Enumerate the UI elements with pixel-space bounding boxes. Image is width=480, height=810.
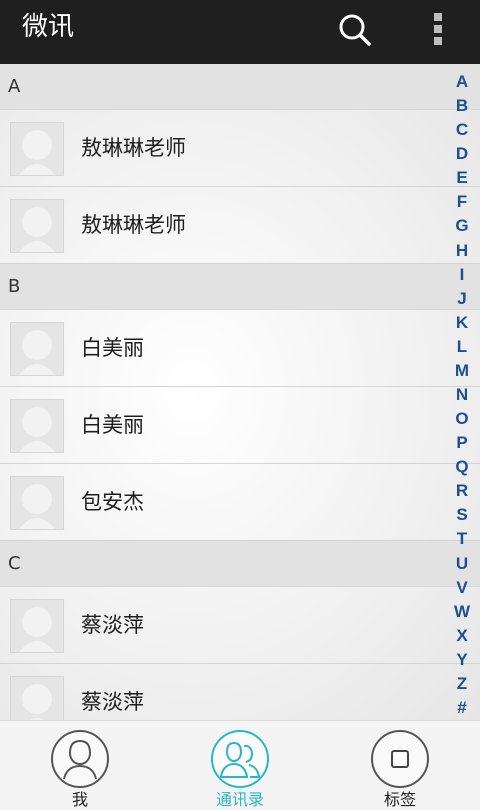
index-letter-t[interactable]: T <box>457 527 467 551</box>
index-letter-f[interactable]: F <box>457 190 467 214</box>
nav-contacts-circle <box>211 730 269 788</box>
default-avatar-icon <box>19 407 55 452</box>
contact-name: 包安杰 <box>81 490 144 514</box>
contact-row[interactable]: 包安杰 <box>0 464 480 541</box>
alphabet-index[interactable]: A B C D E F G H I J K L M N O P Q R S T … <box>448 70 476 720</box>
contact-name: 蔡淡萍 <box>81 613 144 637</box>
tag-square-icon <box>391 750 409 768</box>
nav-item-contacts[interactable]: 通讯录 <box>180 721 300 810</box>
contact-name: 白美丽 <box>81 413 144 437</box>
avatar <box>10 199 64 253</box>
contact-row[interactable]: 蔡淡萍 <box>0 664 480 720</box>
contact-row[interactable]: 白美丽 <box>0 310 480 387</box>
overflow-menu-button[interactable] <box>424 10 452 50</box>
avatar <box>10 599 64 653</box>
index-letter-s[interactable]: S <box>456 503 467 527</box>
contact-name: 敖琳琳老师 <box>81 213 186 237</box>
default-avatar-icon <box>19 607 55 652</box>
nav-tags-circle <box>371 730 429 788</box>
index-letter-n[interactable]: N <box>456 383 468 407</box>
index-letter-x[interactable]: X <box>456 624 467 648</box>
index-letter-i[interactable]: I <box>460 263 465 287</box>
contact-name: 敖琳琳老师 <box>81 136 186 160</box>
index-letter-y[interactable]: Y <box>456 648 467 672</box>
contact-row[interactable]: 白美丽 <box>0 387 480 464</box>
index-letter-o[interactable]: O <box>455 407 468 431</box>
section-header-a: A <box>0 64 480 110</box>
app-root: 微讯 A 敖琳琳老师 敖琳琳老师 B 白美丽 白美丽 包安杰 C 蔡淡萍 蔡淡萍… <box>0 0 480 810</box>
default-avatar-icon <box>19 330 55 375</box>
index-letter-h[interactable]: H <box>456 239 468 263</box>
default-avatar-icon <box>19 484 55 529</box>
index-letter-hash[interactable]: # <box>457 696 466 720</box>
index-letter-r[interactable]: R <box>456 479 468 503</box>
contact-row[interactable]: 敖琳琳老师 <box>0 110 480 187</box>
nav-me-label: 我 <box>71 790 88 809</box>
app-title: 微讯 <box>22 12 75 42</box>
search-icon <box>339 14 371 46</box>
bottom-navigation: 我 通讯录 标签 <box>0 720 480 810</box>
person-icon <box>63 739 97 780</box>
contacts-icon <box>219 741 261 778</box>
nav-item-tags[interactable]: 标签 <box>340 721 460 810</box>
section-header-c: C <box>0 541 480 587</box>
contact-name: 白美丽 <box>81 336 144 360</box>
index-letter-b[interactable]: B <box>456 94 468 118</box>
index-letter-a[interactable]: A <box>456 70 468 94</box>
avatar <box>10 122 64 176</box>
avatar <box>10 322 64 376</box>
contact-row[interactable]: 蔡淡萍 <box>0 587 480 664</box>
nav-contacts-label: 通讯录 <box>215 790 264 809</box>
section-header-b: B <box>0 264 480 310</box>
index-letter-u[interactable]: U <box>456 552 468 576</box>
nav-item-me[interactable]: 我 <box>20 721 140 810</box>
index-letter-w[interactable]: W <box>454 600 470 624</box>
contact-name: 蔡淡萍 <box>81 690 144 714</box>
default-avatar-icon <box>19 207 55 252</box>
index-letter-g[interactable]: G <box>455 214 468 238</box>
avatar <box>10 399 64 453</box>
index-letter-m[interactable]: M <box>455 359 469 383</box>
search-button[interactable] <box>335 10 375 50</box>
index-letter-z[interactable]: Z <box>457 672 467 696</box>
index-letter-q[interactable]: Q <box>455 455 468 479</box>
index-letter-e[interactable]: E <box>456 166 467 190</box>
index-letter-p[interactable]: P <box>456 431 467 455</box>
index-letter-v[interactable]: V <box>456 576 467 600</box>
index-letter-d[interactable]: D <box>456 142 468 166</box>
avatar <box>10 476 64 530</box>
index-letter-l[interactable]: L <box>457 335 467 359</box>
index-letter-j[interactable]: J <box>457 287 466 311</box>
top-app-bar: 微讯 <box>0 0 480 64</box>
default-avatar-icon <box>19 130 55 175</box>
more-vert-icon <box>434 13 442 45</box>
nav-me-circle <box>51 730 109 788</box>
nav-tags-label: 标签 <box>383 790 416 809</box>
contact-list[interactable]: A 敖琳琳老师 敖琳琳老师 B 白美丽 白美丽 包安杰 C 蔡淡萍 蔡淡萍 <box>0 64 480 720</box>
default-avatar-icon <box>22 684 52 720</box>
avatar <box>10 676 64 720</box>
index-letter-c[interactable]: C <box>456 118 468 142</box>
contact-row[interactable]: 敖琳琳老师 <box>0 187 480 264</box>
index-letter-k[interactable]: K <box>456 311 468 335</box>
